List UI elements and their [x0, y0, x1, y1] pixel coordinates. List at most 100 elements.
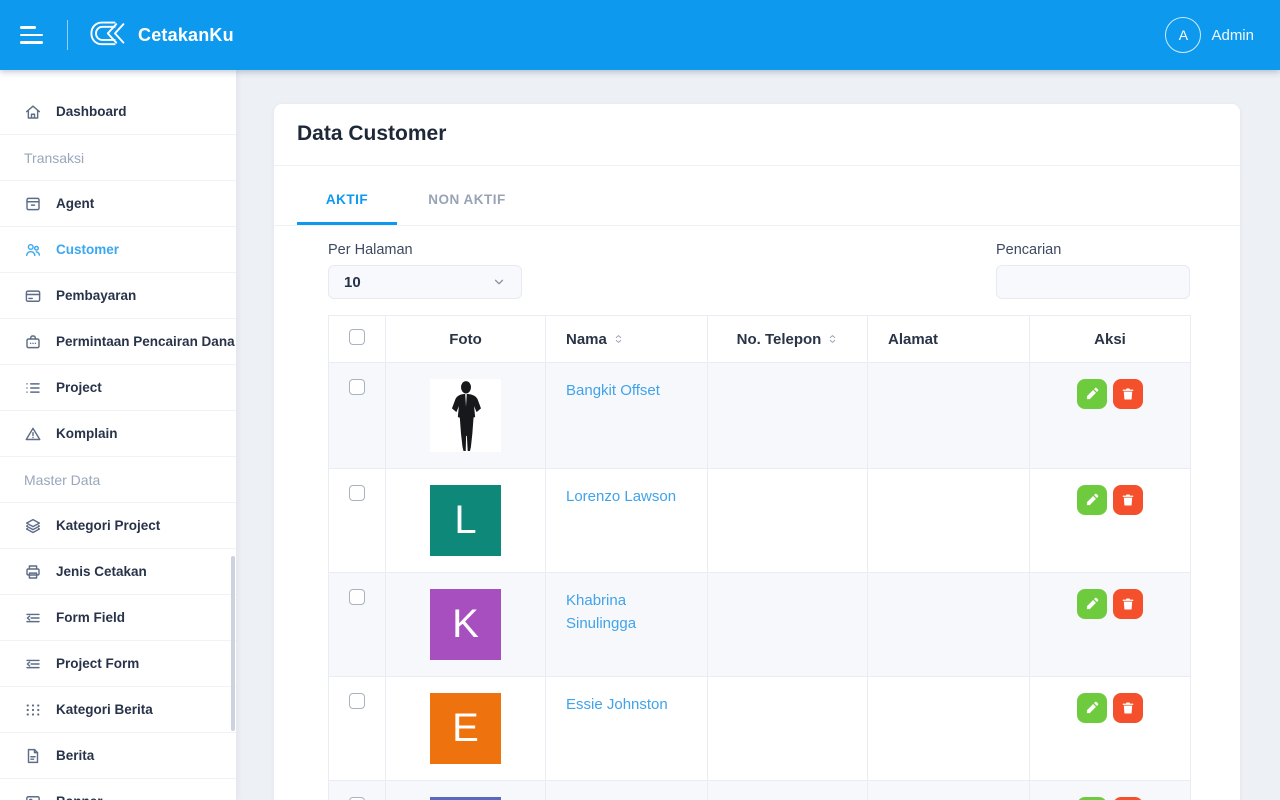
search-input[interactable]	[996, 265, 1190, 299]
sidebar-item-label: Agent	[56, 196, 94, 211]
delete-button[interactable]	[1113, 485, 1143, 515]
user-menu[interactable]: A Admin	[1165, 17, 1254, 53]
list-icon	[24, 379, 42, 397]
sidebar-item-banner[interactable]: Banner	[0, 779, 236, 800]
brand-logo[interactable]: CetakanKu	[89, 18, 234, 52]
sidebar-item-label: Permintaan Pencairan Dana	[56, 334, 235, 349]
briefcase-icon	[24, 333, 42, 351]
printer-icon	[24, 563, 42, 581]
main-content: Data Customer AKTIF NON AKTIF Per Halama…	[236, 70, 1280, 800]
pencil-icon	[1085, 493, 1099, 507]
column-header-alamat: Alamat	[868, 316, 1030, 363]
sidebar-item-label: Dashboard	[56, 104, 127, 119]
alert-triangle-icon	[24, 425, 42, 443]
column-header-telepon[interactable]: No. Telepon	[708, 316, 868, 363]
form-lines-icon	[24, 609, 42, 627]
per-page-control: Per Halaman 10	[328, 242, 522, 299]
row-checkbox[interactable]	[349, 693, 365, 709]
box-icon	[24, 195, 42, 213]
sidebar-item-label: Customer	[56, 242, 119, 257]
user-name: Admin	[1211, 27, 1254, 44]
pencil-icon	[1085, 597, 1099, 611]
trash-icon	[1121, 493, 1135, 507]
sidebar-item-project[interactable]: Project	[0, 365, 236, 411]
alamat-cell	[868, 677, 1030, 781]
telepon-cell	[708, 573, 868, 677]
table-controls: Per Halaman 10 Pencarian	[328, 242, 1190, 299]
sidebar-item-dashboard[interactable]: Dashboard	[0, 89, 236, 135]
grid-dots-icon	[24, 701, 42, 719]
per-page-select[interactable]: 10	[328, 265, 522, 299]
header-divider	[67, 20, 68, 50]
column-header-foto: Foto	[386, 316, 546, 363]
telepon-cell	[708, 677, 868, 781]
file-icon	[24, 747, 42, 765]
customer-name-link[interactable]: Bangkit Offset	[566, 379, 660, 402]
users-icon	[24, 241, 42, 259]
trash-icon	[1121, 387, 1135, 401]
sidebar-section-transaksi: Transaksi	[0, 135, 236, 181]
sidebar-scrollbar[interactable]	[231, 556, 235, 731]
table-header-row: Foto Nama No. Telepon Alamat Aksi	[329, 316, 1191, 363]
sidebar-item-label: Kategori Project	[56, 518, 160, 533]
column-header-aksi: Aksi	[1030, 316, 1191, 363]
row-checkbox[interactable]	[349, 379, 365, 395]
sidebar-item-label: Form Field	[56, 610, 125, 625]
sidebar-item-kategori-berita[interactable]: Kategori Berita	[0, 687, 236, 733]
tab-aktif[interactable]: AKTIF	[297, 166, 397, 225]
alamat-cell	[868, 781, 1030, 800]
hamburger-menu-icon[interactable]	[20, 26, 46, 44]
sidebar-item-jenis-cetakan[interactable]: Jenis Cetakan	[0, 549, 236, 595]
per-page-value: 10	[344, 274, 361, 291]
customer-name-link[interactable]: Lorenzo Lawson	[566, 485, 676, 508]
sidebar-item-pembayaran[interactable]: Pembayaran	[0, 273, 236, 319]
sidebar: Dashboard Transaksi Agent Customer Pemba…	[0, 70, 236, 800]
tab-panel: Per Halaman 10 Pencarian	[274, 242, 1240, 800]
card-header: Data Customer	[274, 104, 1240, 166]
letter-avatar: K	[430, 589, 501, 660]
page-title: Data Customer	[297, 122, 1217, 146]
sidebar-item-permintaan-pencairan-dana[interactable]: Permintaan Pencairan Dana	[0, 319, 236, 365]
edit-button[interactable]	[1077, 485, 1107, 515]
sidebar-item-berita[interactable]: Berita	[0, 733, 236, 779]
sidebar-section-master-data: Master Data	[0, 457, 236, 503]
sidebar-item-project-form[interactable]: Project Form	[0, 641, 236, 687]
customer-name-link[interactable]: Khabrina Sinulingga	[566, 589, 697, 636]
sidebar-item-form-field[interactable]: Form Field	[0, 595, 236, 641]
edit-button[interactable]	[1077, 379, 1107, 409]
column-header-nama[interactable]: Nama	[546, 316, 708, 363]
customer-table: Foto Nama No. Telepon Alamat Aksi	[328, 315, 1191, 800]
trash-icon	[1121, 597, 1135, 611]
table-row: L Lorenzo Lawson	[329, 469, 1191, 573]
sidebar-item-label: Jenis Cetakan	[56, 564, 147, 579]
customer-photo	[430, 379, 501, 452]
tab-non-aktif[interactable]: NON AKTIF	[417, 166, 517, 225]
letter-avatar: E	[430, 693, 501, 764]
top-navbar: CetakanKu A Admin	[0, 0, 1280, 70]
search-control: Pencarian	[996, 242, 1190, 299]
row-checkbox[interactable]	[349, 485, 365, 501]
delete-button[interactable]	[1113, 379, 1143, 409]
row-checkbox[interactable]	[349, 589, 365, 605]
edit-button[interactable]	[1077, 589, 1107, 619]
sidebar-item-agent[interactable]: Agent	[0, 181, 236, 227]
sidebar-item-customer[interactable]: Customer	[0, 227, 236, 273]
table-row: E Essie Johnston	[329, 677, 1191, 781]
cetakanku-logo-icon	[89, 18, 129, 52]
select-all-checkbox[interactable]	[349, 329, 365, 345]
delete-button[interactable]	[1113, 693, 1143, 723]
sidebar-item-komplain[interactable]: Komplain	[0, 411, 236, 457]
per-page-label: Per Halaman	[328, 242, 522, 258]
sidebar-item-kategori-project[interactable]: Kategori Project	[0, 503, 236, 549]
pencil-icon	[1085, 387, 1099, 401]
user-avatar: A	[1165, 17, 1201, 53]
customer-name-link[interactable]: Essie Johnston	[566, 693, 668, 716]
sort-icon	[613, 332, 624, 346]
sidebar-item-label: Komplain	[56, 426, 118, 441]
delete-button[interactable]	[1113, 589, 1143, 619]
home-icon	[24, 103, 42, 121]
telepon-cell	[708, 781, 868, 800]
search-label: Pencarian	[996, 242, 1190, 258]
edit-button[interactable]	[1077, 693, 1107, 723]
sidebar-item-label: Project Form	[56, 656, 139, 671]
